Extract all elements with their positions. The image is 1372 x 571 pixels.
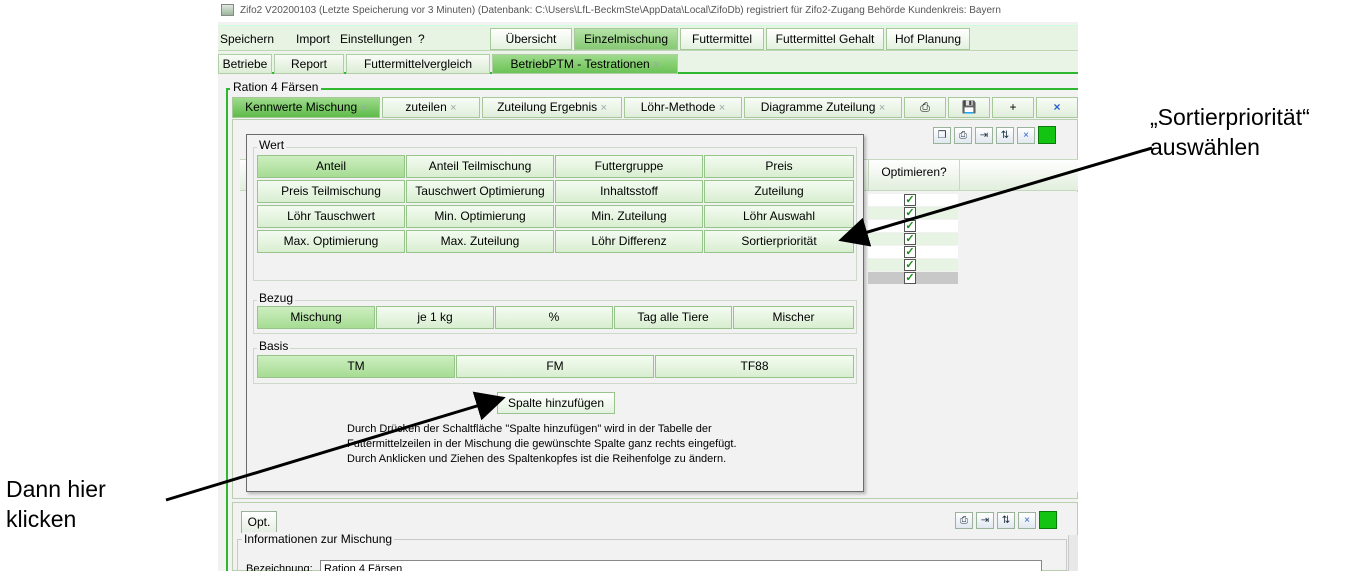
annotation-arrows <box>165 146 1153 502</box>
arrow-to-add-column-button <box>165 391 506 502</box>
arrow-to-sortierprioritaet <box>838 146 1153 247</box>
